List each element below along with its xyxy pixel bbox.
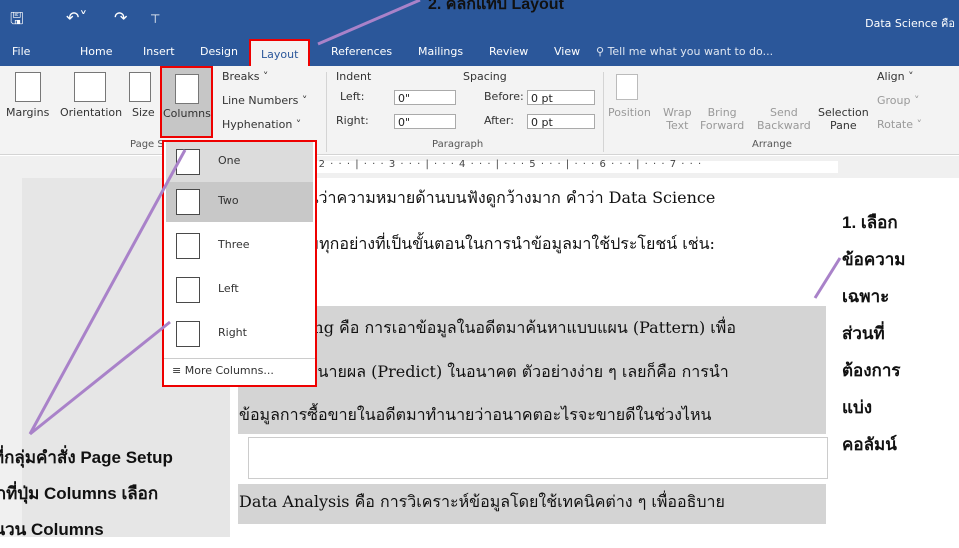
left-annotation: 3. ที่กลุ่มคำสั่ง Page Setup คลิกที่ปุ่ม… bbox=[0, 440, 173, 548]
note-line: จำนวน Columns bbox=[0, 520, 104, 539]
arrow-to-columns-2 bbox=[28, 149, 187, 435]
arrow-to-layout-tab bbox=[317, 0, 421, 46]
note-line: ต้องการ bbox=[842, 361, 901, 380]
note-line: 1. เลือก bbox=[842, 213, 898, 232]
arrow-to-selection bbox=[813, 257, 842, 299]
note-line: แบ่ง bbox=[842, 398, 873, 417]
note-line: คลิกที่ปุ่ม Columns เลือก bbox=[0, 484, 159, 503]
note-line: ข้อความ bbox=[842, 250, 906, 269]
top-annotation: 2. คลิกแท็บ Layout bbox=[428, 0, 564, 13]
note-line: 3. ที่กลุ่มคำสั่ง Page Setup bbox=[0, 448, 173, 467]
note-line: คอลัมน์ bbox=[842, 435, 897, 454]
arrow-to-columns bbox=[29, 320, 171, 436]
note-line: เฉพาะ bbox=[842, 287, 890, 306]
right-annotation: 1. เลือก ข้อความ เฉพาะ ส่วนที่ ต้องการ แ… bbox=[842, 204, 906, 463]
note-line: ส่วนที่ bbox=[842, 324, 885, 343]
